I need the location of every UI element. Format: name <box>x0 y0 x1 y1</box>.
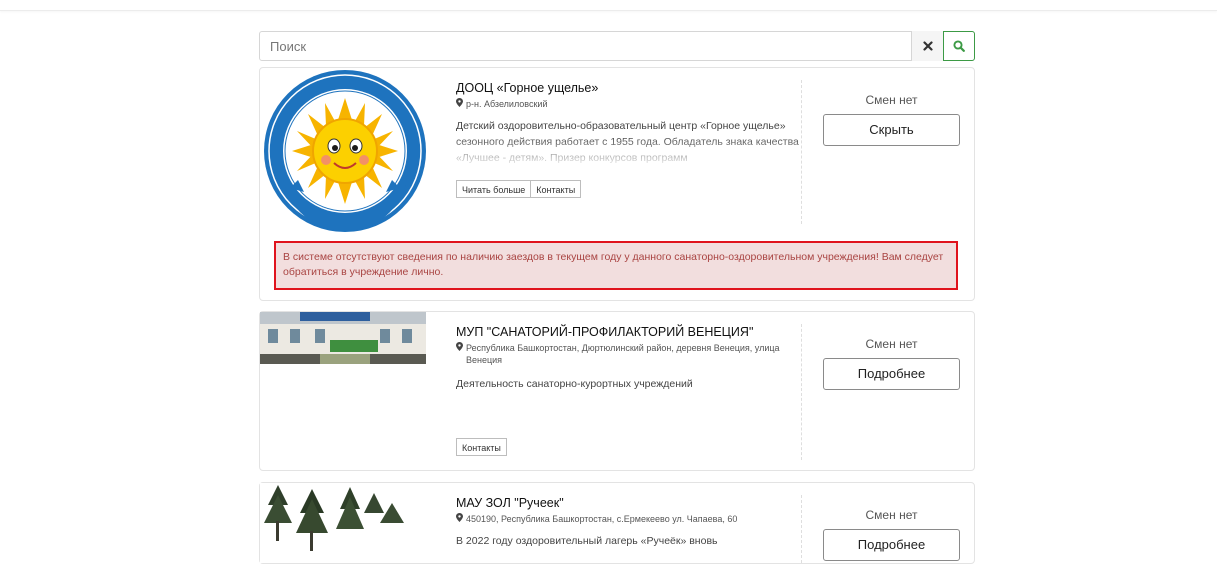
map-pin-icon <box>456 513 463 522</box>
card-divider <box>801 80 802 224</box>
card-side: Смен нет Скрыть <box>823 93 960 146</box>
contacts-button[interactable]: Контакты <box>456 438 507 456</box>
close-icon <box>922 41 933 51</box>
map-pin-icon <box>456 98 463 107</box>
card-location: Республика Башкортостан, Дюртюлинский ра… <box>456 342 800 366</box>
card-side: Смен нет Подробнее <box>823 508 960 561</box>
card-body: МАУ ЗОЛ "Ручеек" 450190, Республика Башк… <box>456 483 800 549</box>
card-description: Детский оздоровительно-образовательный ц… <box>456 118 800 166</box>
card-title[interactable]: ДООЦ «Горное ущелье» <box>456 81 800 96</box>
details-button[interactable]: Подробнее <box>823 529 960 561</box>
read-more-button[interactable]: Читать больше <box>456 180 532 198</box>
card-location: р-н. Абзелиловский <box>456 98 800 110</box>
main-container: ДООЦ «Горное ущелье» р-н. Абзелиловский … <box>259 31 975 564</box>
card-body: МУП "САНАТОРИЙ-ПРОФИЛАКТОРИЙ ВЕНЕЦИЯ" Ре… <box>456 312 800 456</box>
building-photo <box>260 312 426 364</box>
description-fade <box>456 136 800 166</box>
card-veneciya: МУП "САНАТОРИЙ-ПРОФИЛАКТОРИЙ ВЕНЕЦИЯ" Ре… <box>259 311 975 471</box>
card-photo <box>260 312 426 364</box>
contacts-button[interactable]: Контакты <box>531 180 582 198</box>
card-divider <box>801 324 802 460</box>
search-input[interactable] <box>260 32 911 60</box>
no-shifts-alert: В системе отсутствуют сведения по наличи… <box>274 241 958 290</box>
card-photo <box>260 483 426 563</box>
shifts-status: Смен нет <box>865 508 918 522</box>
card-location-text: Республика Башкортостан, Дюртюлинский ра… <box>466 343 780 365</box>
card-location: 450190, Республика Башкортостан, с.Ермек… <box>456 513 800 525</box>
hide-button[interactable]: Скрыть <box>823 114 960 146</box>
top-bar <box>0 0 1217 11</box>
card-rucheek: МАУ ЗОЛ "Ручеек" 450190, Республика Башк… <box>259 482 975 564</box>
clear-search-button[interactable] <box>911 31 943 61</box>
shifts-status: Смен нет <box>865 93 918 107</box>
card-description: В 2022 году оздоровительный лагерь «Руче… <box>456 535 718 547</box>
forest-photo <box>260 483 426 563</box>
shifts-status: Смен нет <box>865 337 918 351</box>
details-button[interactable]: Подробнее <box>823 358 960 390</box>
map-pin-icon <box>456 342 463 351</box>
card-title[interactable]: МАУ ЗОЛ "Ручеек" <box>456 496 800 511</box>
card-buttons: Контакты <box>456 438 507 456</box>
card-gornoe-ushchelye: ДООЦ «Горное ущелье» р-н. Абзелиловский … <box>259 67 975 301</box>
card-description: Деятельность санаторно-курортных учрежде… <box>456 378 693 390</box>
search-icon <box>953 40 965 52</box>
card-location-text: 450190, Республика Башкортостан, с.Ермек… <box>466 514 738 524</box>
card-location-text: р-н. Абзелиловский <box>466 99 548 109</box>
card-body: ДООЦ «Горное ущелье» р-н. Абзелиловский … <box>456 68 800 198</box>
search-bar <box>259 31 975 61</box>
card-title[interactable]: МУП "САНАТОРИЙ-ПРОФИЛАКТОРИЙ ВЕНЕЦИЯ" <box>456 325 800 340</box>
card-divider <box>801 495 802 563</box>
card-buttons: Читать больше Контакты <box>456 180 582 198</box>
card-logo <box>260 68 440 233</box>
sun-logo-icon <box>264 70 426 232</box>
card-side: Смен нет Подробнее <box>823 337 960 390</box>
search-button[interactable] <box>943 31 975 61</box>
